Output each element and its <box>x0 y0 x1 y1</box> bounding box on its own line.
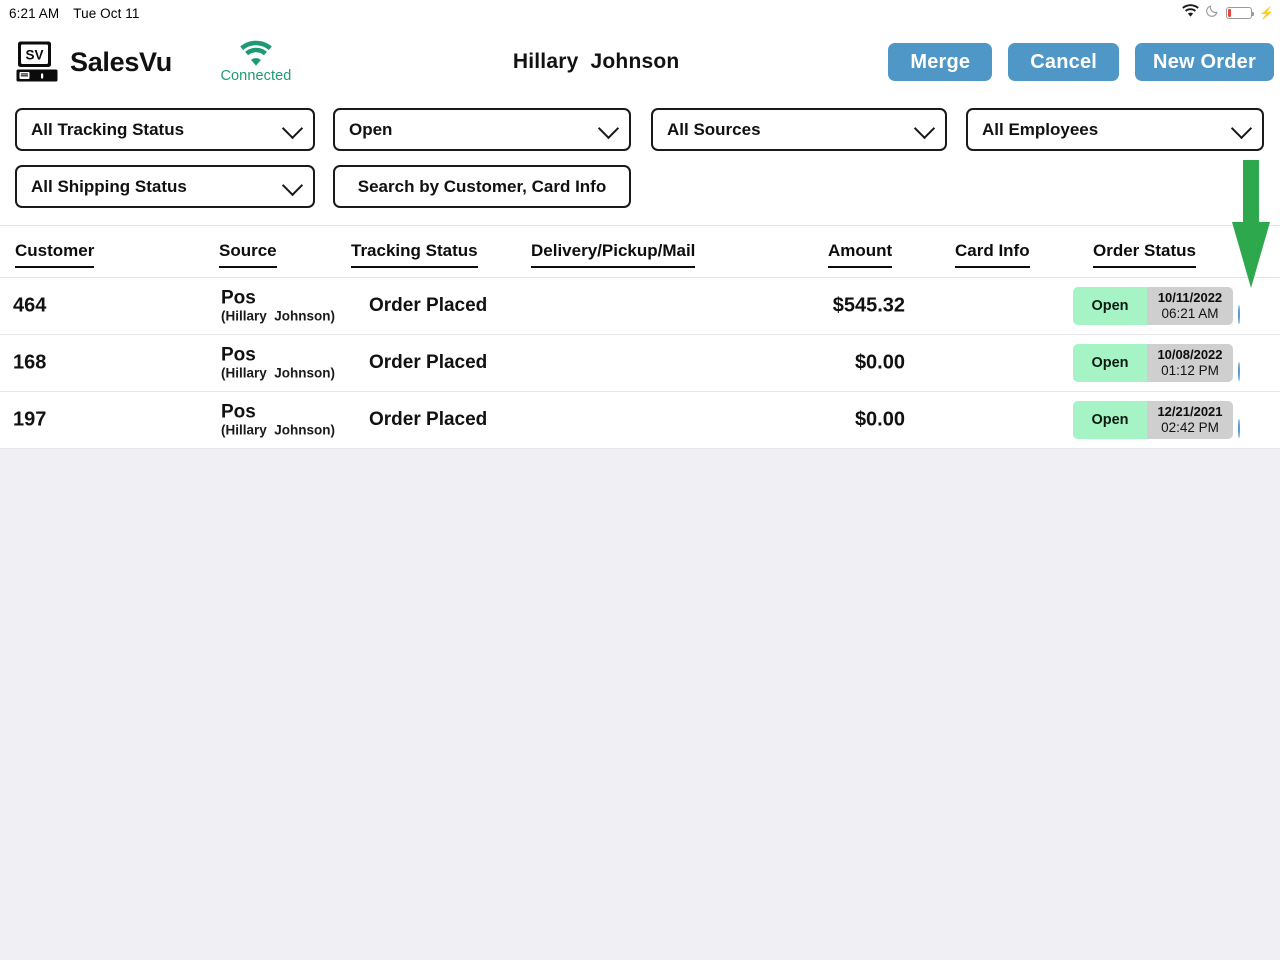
column-header-amount[interactable]: Amount <box>828 241 893 268</box>
tracking-status-select[interactable]: All Tracking Status <box>15 108 315 151</box>
expand-row-197-button[interactable] <box>1238 419 1240 438</box>
cell-customer: 197 <box>13 408 47 431</box>
status-bar-clock: 6:21 AM <box>9 5 60 21</box>
order-state-select[interactable]: Open <box>333 108 631 151</box>
ios-status-bar: 6:21 AM Tue Oct 11 ⚡ <box>0 0 1280 26</box>
app-header: SV SalesVu Connected Hillary Johnson Mer… <box>0 26 1280 98</box>
status-badge-datetime: 12/21/2021 02:42 PM <box>1147 401 1233 439</box>
chevron-down-icon <box>281 174 304 196</box>
table-header-row: Customer Source Tracking Status Delivery… <box>0 226 1280 278</box>
table-row[interactable]: 168 Pos (Hillary Johnson) Order Placed $… <box>0 335 1280 392</box>
cell-tracking-status: Order Placed <box>369 352 488 373</box>
page-title-wrap: Hillary Johnson <box>304 50 888 74</box>
cell-customer: 168 <box>13 351 47 374</box>
expand-row-464-button[interactable] <box>1238 305 1240 324</box>
status-bar-left: 6:21 AM Tue Oct 11 <box>0 6 140 21</box>
status-bar-right: ⚡ <box>1182 4 1280 22</box>
sources-value: All Sources <box>667 119 761 139</box>
battery-icon <box>1226 7 1255 19</box>
status-badge-datetime: 10/11/2022 06:21 AM <box>1147 287 1233 325</box>
cell-source-name: Pos <box>221 401 256 423</box>
new-order-button[interactable]: New Order <box>1135 43 1274 81</box>
tracking-status-value: All Tracking Status <box>31 119 185 139</box>
salesvu-logo-icon: SV <box>15 40 59 84</box>
cell-amount: $545.32 <box>832 294 905 317</box>
connection-label: Connected <box>220 68 292 84</box>
employees-value: All Employees <box>982 119 1099 139</box>
moon-icon <box>1206 4 1219 22</box>
svg-text:SV: SV <box>25 48 43 63</box>
cell-source-employee: (Hillary Johnson) <box>221 365 336 381</box>
cell-tracking-status: Order Placed <box>369 409 488 430</box>
chevron-down-icon <box>281 117 304 139</box>
cell-source-employee: (Hillary Johnson) <box>221 422 336 438</box>
expand-row-168-button[interactable] <box>1238 362 1240 381</box>
header-actions: Merge Cancel New Order <box>888 43 1280 81</box>
cell-amount: $0.00 <box>854 408 905 431</box>
status-badge-date: 12/21/2021 <box>1157 404 1223 420</box>
status-badge-time: 02:42 PM <box>1161 419 1219 435</box>
connection-status: Connected <box>208 40 304 84</box>
page-title: Hillary Johnson <box>512 50 680 73</box>
chevron-down-icon <box>1230 117 1253 139</box>
cell-customer: 464 <box>13 294 47 317</box>
status-badge-state: Open <box>1073 344 1147 382</box>
status-badge-state: Open <box>1073 287 1147 325</box>
table-row[interactable]: 464 Pos (Hillary Johnson) Order Placed $… <box>0 278 1280 335</box>
status-badge-date: 10/11/2022 <box>1157 290 1223 306</box>
status-badge-date: 10/08/2022 <box>1157 347 1223 363</box>
cell-source: Pos (Hillary Johnson) <box>221 344 336 381</box>
orders-table: Customer Source Tracking Status Delivery… <box>0 226 1280 449</box>
cancel-button[interactable]: Cancel <box>1008 43 1120 81</box>
shipping-status-select[interactable]: All Shipping Status <box>15 165 315 208</box>
merge-button[interactable]: Merge <box>888 43 993 81</box>
status-badge-time: 01:12 PM <box>1161 362 1219 378</box>
order-state-value: Open <box>349 119 393 139</box>
app-root: 6:21 AM Tue Oct 11 ⚡ SV SalesVu Connecte… <box>0 0 1280 960</box>
cell-source: Pos (Hillary Johnson) <box>221 401 336 438</box>
battery-level-fill <box>1228 9 1232 17</box>
column-header-order-status[interactable]: Order Status <box>1093 241 1196 268</box>
column-header-card-info[interactable]: Card Info <box>955 241 1030 268</box>
cell-source-name: Pos <box>221 287 256 309</box>
column-header-delivery[interactable]: Delivery/Pickup/Mail <box>531 241 696 268</box>
cell-tracking-status: Order Placed <box>369 295 488 316</box>
search-placeholder: Search by Customer, Card Info <box>357 176 607 196</box>
status-badge: Open 12/21/2021 02:42 PM <box>1073 401 1233 439</box>
charging-bolt-icon: ⚡ <box>1259 6 1274 20</box>
status-bar-date: Tue Oct 11 <box>73 5 140 21</box>
column-header-tracking-status[interactable]: Tracking Status <box>351 241 478 268</box>
wifi-icon <box>1182 4 1199 22</box>
filter-bar: All Tracking Status Open All Sources All… <box>0 98 1280 226</box>
sources-select[interactable]: All Sources <box>651 108 947 151</box>
wifi-connected-icon <box>237 40 275 68</box>
status-badge: Open 10/11/2022 06:21 AM <box>1073 287 1233 325</box>
status-badge-time: 06:21 AM <box>1161 305 1219 321</box>
chevron-down-icon <box>597 117 620 139</box>
column-header-customer[interactable]: Customer <box>15 241 95 268</box>
cell-source: Pos (Hillary Johnson) <box>221 287 336 324</box>
filter-row-secondary: All Shipping Status Search by Customer, … <box>0 151 1280 208</box>
page-background <box>0 450 1280 960</box>
search-input[interactable]: Search by Customer, Card Info <box>333 165 631 208</box>
brand-block: SV SalesVu <box>0 40 172 84</box>
status-badge: Open 10/08/2022 01:12 PM <box>1073 344 1233 382</box>
shipping-status-value: All Shipping Status <box>31 176 187 196</box>
employees-select[interactable]: All Employees <box>966 108 1264 151</box>
cell-source-name: Pos <box>221 344 256 366</box>
filter-row-primary: All Tracking Status Open All Sources All… <box>0 98 1280 151</box>
cell-amount: $0.00 <box>854 351 905 374</box>
status-badge-datetime: 10/08/2022 01:12 PM <box>1147 344 1233 382</box>
chevron-down-icon <box>913 117 936 139</box>
cell-source-employee: (Hillary Johnson) <box>221 308 336 324</box>
table-row[interactable]: 197 Pos (Hillary Johnson) Order Placed $… <box>0 392 1280 449</box>
status-badge-state: Open <box>1073 401 1147 439</box>
brand-name: SalesVu <box>70 46 172 77</box>
column-header-source[interactable]: Source <box>219 241 277 268</box>
